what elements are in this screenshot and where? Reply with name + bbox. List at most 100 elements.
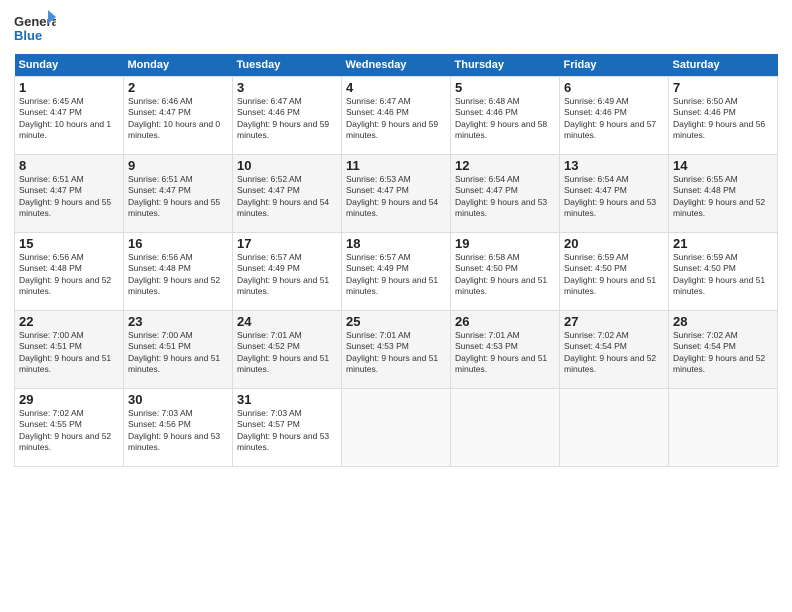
day-info: Sunrise: 7:01 AM Sunset: 4:52 PM Dayligh… (237, 330, 337, 376)
day-info: Sunrise: 6:53 AM Sunset: 4:47 PM Dayligh… (346, 174, 446, 220)
day-number: 31 (237, 392, 337, 407)
day-number: 8 (19, 158, 119, 173)
calendar-cell: 16 Sunrise: 6:56 AM Sunset: 4:48 PM Dayl… (124, 233, 233, 311)
day-number: 6 (564, 80, 664, 95)
calendar-cell: 26 Sunrise: 7:01 AM Sunset: 4:53 PM Dayl… (451, 311, 560, 389)
day-number: 16 (128, 236, 228, 251)
day-info: Sunrise: 6:55 AM Sunset: 4:48 PM Dayligh… (673, 174, 773, 220)
day-number: 4 (346, 80, 446, 95)
day-info: Sunrise: 6:54 AM Sunset: 4:47 PM Dayligh… (564, 174, 664, 220)
day-number: 18 (346, 236, 446, 251)
day-number: 1 (19, 80, 119, 95)
col-tuesday: Tuesday (233, 54, 342, 77)
day-info: Sunrise: 7:02 AM Sunset: 4:54 PM Dayligh… (564, 330, 664, 376)
col-friday: Friday (560, 54, 669, 77)
day-number: 12 (455, 158, 555, 173)
calendar-cell: 27 Sunrise: 7:02 AM Sunset: 4:54 PM Dayl… (560, 311, 669, 389)
day-info: Sunrise: 6:56 AM Sunset: 4:48 PM Dayligh… (19, 252, 119, 298)
day-number: 30 (128, 392, 228, 407)
calendar-cell: 10 Sunrise: 6:52 AM Sunset: 4:47 PM Dayl… (233, 155, 342, 233)
calendar-cell: 4 Sunrise: 6:47 AM Sunset: 4:46 PM Dayli… (342, 77, 451, 155)
day-number: 24 (237, 314, 337, 329)
day-info: Sunrise: 6:49 AM Sunset: 4:46 PM Dayligh… (564, 96, 664, 142)
calendar-cell: 20 Sunrise: 6:59 AM Sunset: 4:50 PM Dayl… (560, 233, 669, 311)
day-info: Sunrise: 7:01 AM Sunset: 4:53 PM Dayligh… (346, 330, 446, 376)
day-number: 22 (19, 314, 119, 329)
calendar-cell: 18 Sunrise: 6:57 AM Sunset: 4:49 PM Dayl… (342, 233, 451, 311)
day-info: Sunrise: 6:47 AM Sunset: 4:46 PM Dayligh… (237, 96, 337, 142)
day-number: 21 (673, 236, 773, 251)
day-info: Sunrise: 6:45 AM Sunset: 4:47 PM Dayligh… (19, 96, 119, 142)
day-number: 28 (673, 314, 773, 329)
calendar-cell: 5 Sunrise: 6:48 AM Sunset: 4:46 PM Dayli… (451, 77, 560, 155)
calendar-week-1: 1 Sunrise: 6:45 AM Sunset: 4:47 PM Dayli… (15, 77, 778, 155)
day-info: Sunrise: 6:50 AM Sunset: 4:46 PM Dayligh… (673, 96, 773, 142)
day-info: Sunrise: 6:46 AM Sunset: 4:47 PM Dayligh… (128, 96, 228, 142)
day-info: Sunrise: 7:00 AM Sunset: 4:51 PM Dayligh… (19, 330, 119, 376)
calendar-cell: 13 Sunrise: 6:54 AM Sunset: 4:47 PM Dayl… (560, 155, 669, 233)
day-info: Sunrise: 7:01 AM Sunset: 4:53 PM Dayligh… (455, 330, 555, 376)
day-number: 2 (128, 80, 228, 95)
day-info: Sunrise: 7:03 AM Sunset: 4:56 PM Dayligh… (128, 408, 228, 454)
calendar-week-5: 29 Sunrise: 7:02 AM Sunset: 4:55 PM Dayl… (15, 389, 778, 467)
calendar-cell: 2 Sunrise: 6:46 AM Sunset: 4:47 PM Dayli… (124, 77, 233, 155)
calendar-header: Sunday Monday Tuesday Wednesday Thursday… (15, 54, 778, 77)
day-number: 23 (128, 314, 228, 329)
calendar-cell: 23 Sunrise: 7:00 AM Sunset: 4:51 PM Dayl… (124, 311, 233, 389)
day-info: Sunrise: 6:48 AM Sunset: 4:46 PM Dayligh… (455, 96, 555, 142)
calendar-cell: 9 Sunrise: 6:51 AM Sunset: 4:47 PM Dayli… (124, 155, 233, 233)
calendar-cell: 1 Sunrise: 6:45 AM Sunset: 4:47 PM Dayli… (15, 77, 124, 155)
col-wednesday: Wednesday (342, 54, 451, 77)
day-number: 9 (128, 158, 228, 173)
calendar-cell: 3 Sunrise: 6:47 AM Sunset: 4:46 PM Dayli… (233, 77, 342, 155)
calendar-body: 1 Sunrise: 6:45 AM Sunset: 4:47 PM Dayli… (15, 77, 778, 467)
day-number: 7 (673, 80, 773, 95)
day-number: 17 (237, 236, 337, 251)
calendar-cell: 12 Sunrise: 6:54 AM Sunset: 4:47 PM Dayl… (451, 155, 560, 233)
day-number: 15 (19, 236, 119, 251)
calendar-week-2: 8 Sunrise: 6:51 AM Sunset: 4:47 PM Dayli… (15, 155, 778, 233)
day-info: Sunrise: 6:51 AM Sunset: 4:47 PM Dayligh… (19, 174, 119, 220)
col-thursday: Thursday (451, 54, 560, 77)
calendar-cell (342, 389, 451, 467)
day-info: Sunrise: 6:57 AM Sunset: 4:49 PM Dayligh… (346, 252, 446, 298)
day-number: 19 (455, 236, 555, 251)
calendar-cell: 29 Sunrise: 7:02 AM Sunset: 4:55 PM Dayl… (15, 389, 124, 467)
calendar-cell: 17 Sunrise: 6:57 AM Sunset: 4:49 PM Dayl… (233, 233, 342, 311)
calendar-cell: 22 Sunrise: 7:00 AM Sunset: 4:51 PM Dayl… (15, 311, 124, 389)
day-info: Sunrise: 7:02 AM Sunset: 4:54 PM Dayligh… (673, 330, 773, 376)
day-info: Sunrise: 6:58 AM Sunset: 4:50 PM Dayligh… (455, 252, 555, 298)
day-number: 5 (455, 80, 555, 95)
day-info: Sunrise: 6:59 AM Sunset: 4:50 PM Dayligh… (564, 252, 664, 298)
calendar-cell (560, 389, 669, 467)
calendar-cell: 31 Sunrise: 7:03 AM Sunset: 4:57 PM Dayl… (233, 389, 342, 467)
calendar-cell (669, 389, 778, 467)
calendar-cell: 8 Sunrise: 6:51 AM Sunset: 4:47 PM Dayli… (15, 155, 124, 233)
calendar-cell: 19 Sunrise: 6:58 AM Sunset: 4:50 PM Dayl… (451, 233, 560, 311)
calendar-cell (451, 389, 560, 467)
col-saturday: Saturday (669, 54, 778, 77)
day-info: Sunrise: 7:00 AM Sunset: 4:51 PM Dayligh… (128, 330, 228, 376)
day-number: 13 (564, 158, 664, 173)
day-info: Sunrise: 6:47 AM Sunset: 4:46 PM Dayligh… (346, 96, 446, 142)
day-info: Sunrise: 6:52 AM Sunset: 4:47 PM Dayligh… (237, 174, 337, 220)
day-number: 29 (19, 392, 119, 407)
calendar-cell: 25 Sunrise: 7:01 AM Sunset: 4:53 PM Dayl… (342, 311, 451, 389)
calendar-cell: 7 Sunrise: 6:50 AM Sunset: 4:46 PM Dayli… (669, 77, 778, 155)
day-info: Sunrise: 6:56 AM Sunset: 4:48 PM Dayligh… (128, 252, 228, 298)
main-container: General Blue Sunday Monday Tuesday Wedne… (0, 0, 792, 475)
calendar-cell: 30 Sunrise: 7:03 AM Sunset: 4:56 PM Dayl… (124, 389, 233, 467)
day-number: 11 (346, 158, 446, 173)
col-monday: Monday (124, 54, 233, 77)
day-number: 20 (564, 236, 664, 251)
day-number: 10 (237, 158, 337, 173)
calendar-cell: 28 Sunrise: 7:02 AM Sunset: 4:54 PM Dayl… (669, 311, 778, 389)
day-info: Sunrise: 7:03 AM Sunset: 4:57 PM Dayligh… (237, 408, 337, 454)
logo-group: General Blue (14, 10, 56, 48)
calendar-cell: 14 Sunrise: 6:55 AM Sunset: 4:48 PM Dayl… (669, 155, 778, 233)
logo-icon: General Blue (14, 10, 56, 48)
calendar-table: Sunday Monday Tuesday Wednesday Thursday… (14, 54, 778, 467)
day-number: 25 (346, 314, 446, 329)
day-info: Sunrise: 6:57 AM Sunset: 4:49 PM Dayligh… (237, 252, 337, 298)
day-number: 3 (237, 80, 337, 95)
